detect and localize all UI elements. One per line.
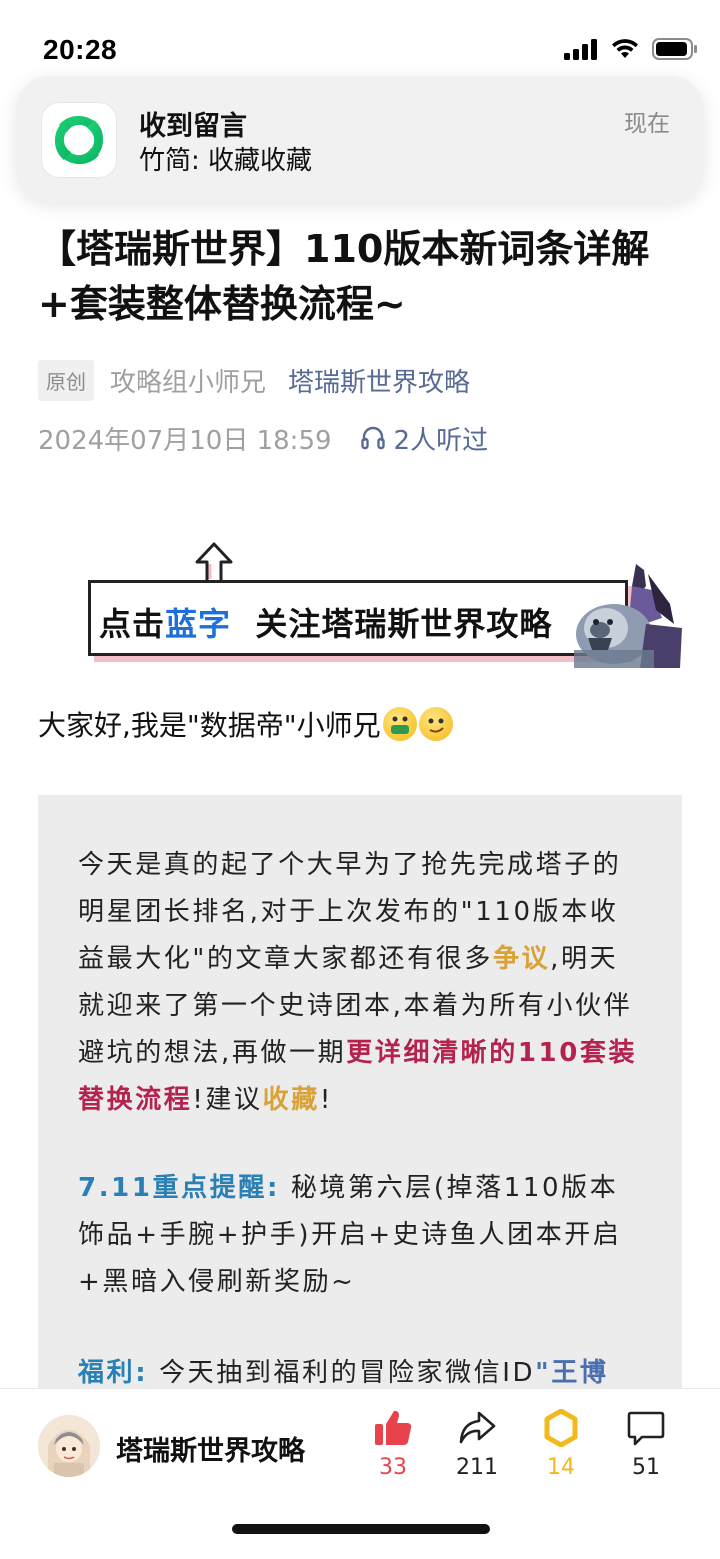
status-icons	[564, 38, 698, 60]
intro-highlight-collect: 收藏	[262, 1085, 320, 1115]
reminder-paragraph: 7.11重点提醒: 秘境第六层(掉落110版本饰品+手腕+护手)开启+史诗鱼人团…	[78, 1165, 642, 1306]
like-button[interactable]: 33	[353, 1409, 433, 1480]
follow-text: 点击蓝字 关注塔瑞斯世界攻略	[99, 599, 552, 645]
share-count: 211	[456, 1455, 498, 1480]
notification-title: 收到留言	[139, 111, 247, 142]
notification-time: 现在	[624, 111, 670, 137]
intro-highlight-dispute: 争议	[492, 944, 551, 974]
bottom-account-name[interactable]: 塔瑞斯世界攻略	[116, 1429, 305, 1468]
app-icon	[42, 103, 116, 177]
bottom-action-bar: 塔瑞斯世界攻略 33 211 14 51	[0, 1388, 720, 1559]
status-time: 20:28	[43, 34, 118, 65]
comment-bubble-icon	[627, 1411, 665, 1446]
smirk-emoji-icon	[418, 707, 453, 741]
intro-paragraph: 今天是真的起了个大早为了抢先完成塔子的明星团长排名,对于上次发布的"110版本收…	[78, 842, 642, 1124]
article-date-row: 2024年07月10日 18:59 2人听过	[38, 418, 488, 458]
wifi-icon	[612, 39, 638, 58]
author-name: 攻略组小师兄	[110, 367, 267, 398]
listener-count: 2人听过	[393, 425, 489, 456]
original-badge: 原创	[38, 359, 94, 401]
status-bar: 20:28	[0, 0, 720, 80]
article-title: 【塔瑞斯世界】110版本新词条详解+套装整体替换流程~	[38, 227, 650, 326]
reminder-label: 7.11重点提醒:	[78, 1173, 280, 1203]
welfare-label: 福利:	[78, 1358, 149, 1388]
intro-text-3: !建议	[192, 1085, 263, 1115]
greeting-line: 大家好,我是"数据帝"小师兄	[38, 704, 453, 744]
headphones-icon	[360, 426, 385, 450]
like-count: 33	[379, 1455, 407, 1480]
follow-prefix: 点击	[99, 605, 166, 643]
home-indicator[interactable]	[232, 1524, 490, 1534]
wechat-channels-icon	[54, 115, 104, 165]
battery-icon	[652, 38, 697, 60]
follow-suffix: 关注塔瑞斯世界攻略	[255, 605, 553, 643]
account-link[interactable]: 塔瑞斯世界攻略	[288, 362, 470, 399]
quote-block: 今天是真的起了个大早为了抢先完成塔子的明星团长排名,对于上次发布的"110版本收…	[38, 795, 682, 1395]
publish-date: 2024年07月10日 18:59	[38, 425, 332, 456]
favorite-count: 14	[547, 1455, 575, 1480]
notification-body: 竹简: 收藏收藏	[139, 146, 313, 176]
greeting-text: 大家好,我是"数据帝"小师兄	[38, 709, 381, 742]
cellular-signal-icon	[564, 39, 597, 60]
money-mouth-emoji-icon	[382, 707, 417, 741]
welfare-winner-id: "王博	[535, 1358, 609, 1388]
lion-warrior-illustration	[574, 564, 682, 668]
comment-button[interactable]: 51	[606, 1409, 686, 1480]
welfare-text: 今天抽到福利的冒险家微信ID	[148, 1358, 536, 1388]
favorite-hexagon-icon	[544, 1409, 578, 1447]
follow-box: 点击蓝字 关注塔瑞斯世界攻略	[88, 580, 628, 656]
share-arrow-icon	[459, 1411, 496, 1444]
account-avatar[interactable]	[38, 1415, 100, 1477]
thumbs-up-icon	[375, 1410, 412, 1445]
comment-count: 51	[632, 1455, 660, 1480]
notification-banner[interactable]: 收到留言 竹简: 收藏收藏 现在	[16, 76, 704, 202]
listen-button[interactable]: 2人听过	[360, 420, 489, 457]
intro-text-4: !	[319, 1085, 333, 1115]
share-button[interactable]: 211	[437, 1409, 517, 1480]
follow-banner[interactable]: 点击蓝字 关注塔瑞斯世界攻略	[86, 540, 684, 670]
favorite-button[interactable]: 14	[521, 1409, 601, 1480]
article-meta: 原创 攻略组小师兄 塔瑞斯世界攻略	[38, 359, 470, 401]
follow-highlight: 蓝字	[165, 605, 232, 643]
